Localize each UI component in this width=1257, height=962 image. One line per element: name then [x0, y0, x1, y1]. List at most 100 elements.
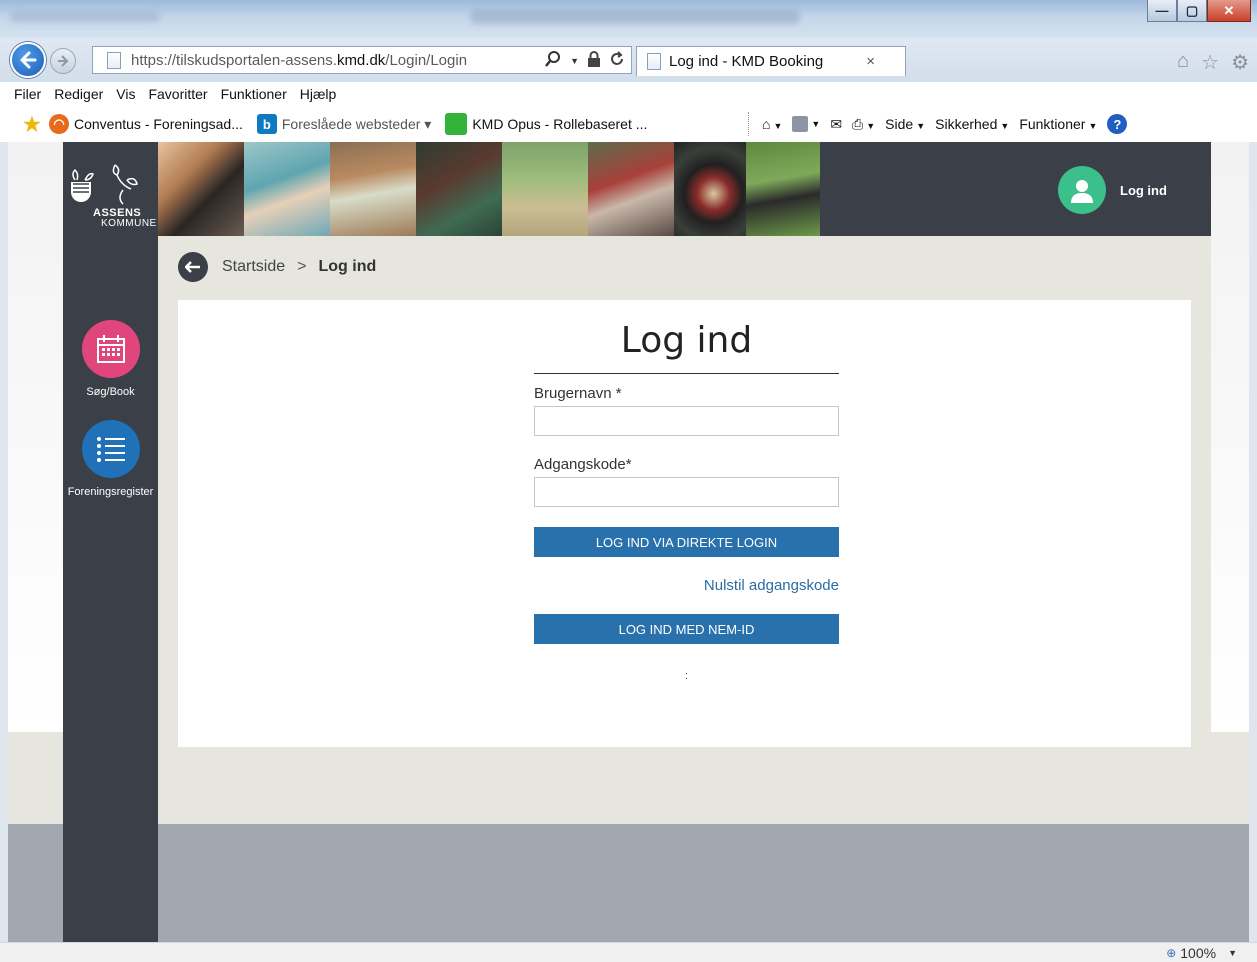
login-form: Log ind Brugernavn * Adgangskode* LOG IN… — [534, 300, 839, 682]
assens-logo[interactable]: ASSENS KOMMUNE — [63, 154, 158, 234]
minimize-button[interactable]: — — [1147, 0, 1177, 22]
favorite-suggested-label: Foreslåede websteder ▾ — [281, 115, 432, 132]
titlebar-ghost-title — [470, 10, 800, 24]
menu-item-funktioner[interactable]: Funktioner — [221, 86, 287, 102]
list-icon — [96, 437, 125, 462]
photo-handball — [330, 142, 416, 236]
funktioner-menu[interactable]: Funktioner ▼ — [1019, 116, 1097, 132]
header-login-link[interactable]: Log ind — [1058, 166, 1167, 214]
side-menu[interactable]: Side ▼ — [885, 116, 925, 132]
menu-item-rediger[interactable]: Rediger — [54, 86, 103, 102]
favorite-suggested-sites[interactable]: b Foreslåede websteder ▾ — [256, 114, 432, 134]
favorites-star-icon: ★ — [23, 113, 41, 136]
page-icon — [107, 51, 121, 69]
nav-sog-book[interactable]: Søg/Book — [63, 320, 158, 398]
nav-foreningsregister[interactable]: Foreningsregister — [63, 420, 158, 498]
url-path: /Login/Login — [385, 51, 468, 69]
favorite-kmd-opus[interactable]: KMD Opus - Rollebaseret ... — [445, 113, 647, 135]
zoom-icon: ⊕ — [1166, 946, 1177, 960]
url-text: https://tilskudsportalen-assens.kmd.dk/L… — [131, 52, 467, 69]
page-footer — [8, 824, 1249, 942]
direct-login-button[interactable]: LOG IND VIA DIREKTE LOGIN — [534, 527, 839, 557]
browser-navbar: https://tilskudsportalen-assens.kmd.dk/L… — [0, 38, 1257, 82]
refresh-icon[interactable] — [609, 51, 625, 71]
breadcrumb-home-link[interactable]: Startside — [222, 258, 285, 276]
print-icon[interactable]: ⎙ ▼ — [852, 116, 875, 133]
nav-foreningsregister-label: Foreningsregister — [67, 486, 154, 498]
menu-item-hjaelp[interactable]: Hjælp — [300, 86, 337, 102]
tab-title: Log ind - KMD Booking — [669, 53, 824, 70]
window-titlebar: — ▢ ✕ — [0, 0, 1257, 38]
login-title: Log ind — [534, 300, 839, 374]
photo-shooting — [158, 142, 244, 236]
menu-item-vis[interactable]: Vis — [116, 86, 135, 102]
kmd-icon — [445, 113, 468, 135]
titlebar-ghost-left — [10, 12, 160, 22]
menu-bar: Filer Rediger Vis Favoritter Funktioner … — [0, 82, 1257, 106]
url-prefix: https://tilskudsportalen-assens. — [131, 51, 337, 69]
header-login-label: Log ind — [1120, 182, 1167, 198]
menu-item-favoritter[interactable]: Favoritter — [148, 86, 207, 102]
home-icon[interactable]: ⌂ — [1177, 50, 1189, 75]
funktioner-menu-label: Funktioner — [1019, 116, 1086, 132]
back-arrow-icon — [20, 51, 37, 69]
lock-icon[interactable] — [587, 51, 601, 71]
close-window-button[interactable]: ✕ — [1207, 0, 1251, 22]
username-label: Brugernavn * — [534, 385, 622, 402]
photo-darts — [674, 142, 746, 236]
photo-rowing — [416, 142, 502, 236]
tab-close-icon[interactable]: × — [866, 53, 875, 70]
sikkerhed-menu[interactable]: Sikkerhed ▼ — [935, 116, 1009, 132]
photo-costumes — [588, 142, 674, 236]
window-controls: — ▢ ✕ — [1147, 0, 1251, 22]
favorite-conventus[interactable]: ◠ Conventus - Foreningsad... — [49, 114, 243, 134]
header-photo-strip — [158, 142, 820, 236]
nav-sog-book-label: Søg/Book — [86, 386, 135, 398]
username-field[interactable] — [534, 406, 839, 436]
search-icon[interactable] — [544, 50, 562, 72]
menu-item-filer[interactable]: Filer — [14, 86, 41, 102]
help-icon[interactable]: ? — [1107, 114, 1128, 134]
tab-login[interactable]: Log ind - KMD Booking × — [636, 46, 906, 76]
home-tool-icon[interactable]: ⌂ ▼ — [762, 116, 782, 132]
nemid-login-button[interactable]: LOG IND MED NEM-ID — [534, 614, 839, 644]
coat-of-arms-icon — [71, 168, 94, 202]
maximize-button[interactable]: ▢ — [1177, 0, 1207, 22]
nav-foreningsregister-circle — [81, 420, 140, 478]
mail-icon[interactable]: ✉ — [830, 116, 842, 133]
breadcrumb: Startside > Log ind — [178, 252, 376, 282]
address-bar[interactable]: https://tilskudsportalen-assens.kmd.dk/L… — [92, 46, 632, 74]
bing-icon: b — [256, 114, 277, 134]
breadcrumb-separator: > — [297, 258, 307, 275]
form-footer-text: : — [684, 670, 689, 682]
reset-password-link[interactable]: Nulstil adgangskode — [534, 577, 839, 594]
status-bar: ⊕ 100% ▼ — [0, 942, 1257, 962]
photo-speedway — [502, 142, 588, 236]
forward-arrow-icon — [58, 55, 69, 67]
logo-text-kommune: KOMMUNE — [101, 218, 157, 229]
conventus-icon: ◠ — [49, 114, 69, 134]
browser-right-icons: ⌂ ☆ ⚙ — [1177, 50, 1249, 75]
breadcrumb-back-button[interactable] — [178, 252, 208, 282]
forward-button[interactable] — [50, 48, 76, 74]
photo-football — [746, 142, 820, 236]
zoom-control[interactable]: ⊕ 100% ▼ — [1166, 945, 1237, 961]
favorite-kmd-label: KMD Opus - Rollebaseret ... — [472, 116, 648, 132]
favorites-star-button[interactable]: ★ — [22, 113, 47, 136]
sikkerhed-menu-label: Sikkerhed — [935, 116, 998, 132]
chevron-down-icon[interactable]: ▼ — [570, 56, 579, 66]
login-card: Log ind Brugernavn * Adgangskode* LOG IN… — [178, 300, 1191, 747]
arrow-left-icon — [185, 261, 200, 273]
photo-swimming — [244, 142, 330, 236]
tab-page-icon — [647, 53, 661, 70]
side-menu-label: Side — [885, 116, 914, 132]
rss-icon[interactable]: ▼ — [792, 116, 820, 132]
command-bar-separator — [748, 112, 749, 136]
url-domain: kmd.dk — [336, 51, 386, 69]
star-icon[interactable]: ☆ — [1201, 50, 1219, 75]
breadcrumb-current: Log ind — [318, 258, 377, 275]
password-field[interactable] — [534, 477, 839, 507]
gear-icon[interactable]: ⚙ — [1231, 50, 1249, 75]
back-button[interactable] — [10, 42, 46, 78]
favorite-conventus-label: Conventus - Foreningsad... — [74, 116, 243, 132]
